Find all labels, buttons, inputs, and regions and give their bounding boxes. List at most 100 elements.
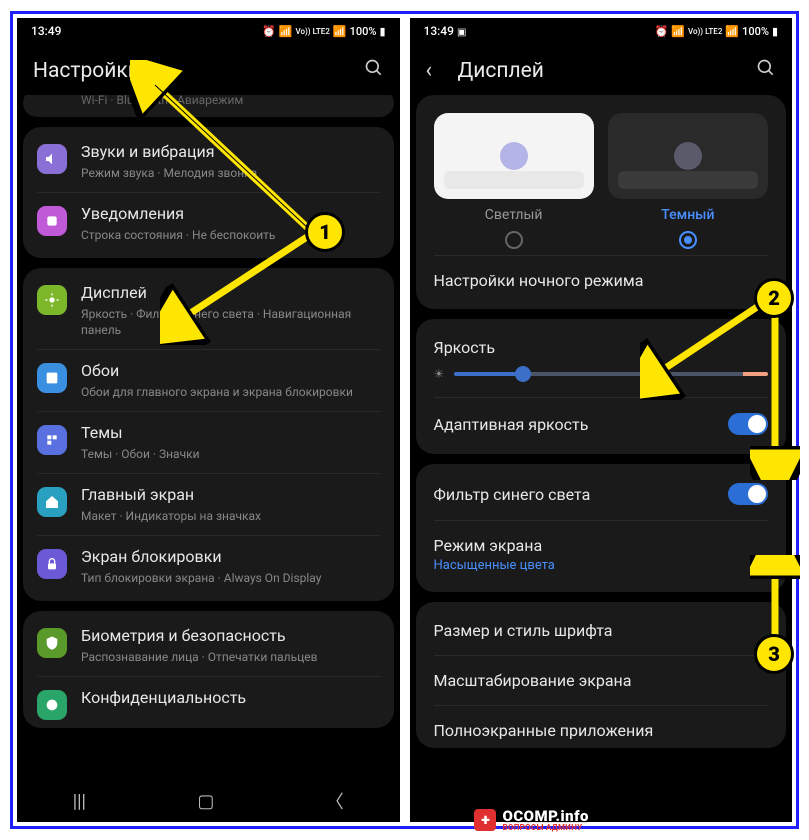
back-icon[interactable]: ‹ <box>426 58 448 83</box>
row-subtitle: Обои для главного экрана и экрана блокир… <box>81 384 380 400</box>
search-icon[interactable] <box>756 58 776 83</box>
row-title: Обои <box>81 361 380 382</box>
sound-icon <box>37 144 67 174</box>
net-label: Vo)) LTE2 <box>295 27 329 36</box>
header: Настройки <box>17 44 400 95</box>
row-subtitle: Темы · Обои · Значки <box>81 446 380 462</box>
theme-light-preview <box>434 113 594 199</box>
row-subtitle: Яркость · Фильтр синего света · Навигаци… <box>81 306 380 338</box>
watermark-badge: + <box>474 809 496 831</box>
row-notifications[interactable]: Уведомления Строка состояния · Не беспок… <box>23 193 394 254</box>
row-subtitle: Строка состояния · Не беспокоить <box>81 227 380 243</box>
themes-icon <box>37 425 67 455</box>
sun-icon: ☀ <box>434 367 445 381</box>
row-screen-mode[interactable]: Режим экрана Насыщенные цвета <box>416 521 787 588</box>
theme-light-label: Светлый <box>485 207 543 223</box>
status-icons: ⏰ 📶 Vo)) LTE2 📶 100% ▮ <box>655 25 778 38</box>
night-mode-label: Настройки ночного режима <box>434 271 769 290</box>
bluelight-toggle[interactable] <box>728 483 768 505</box>
row-title: Темы <box>81 423 380 444</box>
zoom-label: Масштабирование экрана <box>434 671 769 690</box>
home-icon <box>37 487 67 517</box>
card-display-group: Дисплей Яркость · Фильтр синего света · … <box>23 268 394 601</box>
watermark: + OCOMP.info ВОПРОСЫ АДМИНУ <box>474 807 589 832</box>
row-title: Экран блокировки <box>81 547 380 568</box>
radio-light[interactable] <box>505 231 523 249</box>
row-title: Уведомления <box>81 204 380 225</box>
row-font-size[interactable]: Размер и стиль шрифта <box>416 606 787 655</box>
nav-recent[interactable]: ||| <box>73 791 86 812</box>
battery-pct: 100% <box>742 25 769 38</box>
page-title: Настройки <box>33 59 364 83</box>
adaptive-toggle[interactable] <box>728 413 768 435</box>
theme-dark-label: Темный <box>661 207 714 223</box>
wallpaper-icon <box>37 363 67 393</box>
status-bar: 13:49 ▣ ⏰ 📶 Vo)) LTE2 📶 100% ▮ <box>410 18 793 44</box>
row-title: Дисплей <box>81 283 380 304</box>
row-themes[interactable]: Темы Темы · Обои · Значки <box>23 412 394 473</box>
display-icon <box>37 285 67 315</box>
brightness-label: Яркость <box>434 338 769 357</box>
page-title: Дисплей <box>458 59 757 83</box>
row-sound[interactable]: Звуки и вибрация Режим звука · Мелодия з… <box>23 131 394 192</box>
row-fullscreen-apps[interactable]: Полноэкранные приложения <box>416 706 787 744</box>
search-icon[interactable] <box>364 58 384 83</box>
row-subtitle: Распознавание лица · Отпечатки пальцев <box>81 649 380 665</box>
fullscreen-label: Полноэкранные приложения <box>434 721 769 740</box>
battery-icon: ▮ <box>379 25 385 38</box>
wifi-icon: 📶 <box>671 25 685 38</box>
status-time: 13:49 <box>31 24 262 38</box>
nav-back[interactable]: 〈 <box>326 788 344 814</box>
font-label: Размер и стиль шрифта <box>434 621 769 640</box>
screenshot-icon: ▣ <box>457 27 466 38</box>
screenmode-sub: Насыщенные цвета <box>434 558 769 573</box>
row-biometrics[interactable]: Биометрия и безопасность Распознавание л… <box>23 615 394 676</box>
watermark-tag: ВОПРОСЫ АДМИНУ <box>502 823 589 832</box>
row-brightness: Яркость <box>416 323 787 363</box>
nav-home[interactable]: ▢ <box>197 791 214 812</box>
row-homescreen[interactable]: Главный экран Макет · Индикаторы на знач… <box>23 474 394 535</box>
row-privacy[interactable]: Конфиденциальность <box>23 677 394 724</box>
row-wallpaper[interactable]: Обои Обои для главного экрана и экрана б… <box>23 350 394 411</box>
notification-icon <box>37 206 67 236</box>
row-subtitle: Тип блокировки экрана · Always On Displa… <box>81 570 380 586</box>
privacy-icon <box>37 690 67 720</box>
theme-light[interactable]: Светлый <box>434 113 594 249</box>
adaptive-label: Адаптивная яркость <box>434 415 729 434</box>
wifi-icon: 📶 <box>279 25 293 38</box>
net-label: Vo)) LTE2 <box>688 27 722 36</box>
status-bar: 13:49 ⏰ 📶 Vo)) LTE2 📶 100% ▮ <box>17 18 400 44</box>
status-time: 13:49 <box>424 24 454 38</box>
phone-left: 13:49 ⏰ 📶 Vo)) LTE2 📶 100% ▮ Настройки W… <box>17 18 400 822</box>
card-sound-notif: Звуки и вибрация Режим звука · Мелодия з… <box>23 127 394 258</box>
theme-dark[interactable]: Темный <box>608 113 768 249</box>
card-connections: Wi-Fi · Bluetooth · Авиарежим <box>23 95 394 117</box>
row-lockscreen[interactable]: Экран блокировки Тип блокировки экрана ·… <box>23 536 394 597</box>
phone-right: 13:49 ▣ ⏰ 📶 Vo)) LTE2 📶 100% ▮ ‹ Дисплей <box>410 18 793 822</box>
battery-icon: ▮ <box>772 25 778 38</box>
nav-bar: ||| ▢ 〈 <box>17 780 400 822</box>
screenmode-label: Режим экрана <box>434 536 769 555</box>
row-subtitle: Режим звука · Мелодия звонка <box>81 165 380 181</box>
row-screen-zoom[interactable]: Масштабирование экрана <box>416 656 787 705</box>
alarm-icon: ⏰ <box>655 25 669 38</box>
card-font-zoom: Размер и стиль шрифта Масштабирование эк… <box>416 602 787 748</box>
row-bluelight[interactable]: Фильтр синего света <box>416 468 787 520</box>
card-theme: Светлый Темный Настройки ночного режима <box>416 95 787 309</box>
alarm-icon: ⏰ <box>262 25 276 38</box>
brightness-slider[interactable] <box>454 372 768 376</box>
row-title: Главный экран <box>81 485 380 506</box>
signal-icon: 📶 <box>333 25 347 38</box>
biometrics-icon <box>37 628 67 658</box>
row-display[interactable]: Дисплей Яркость · Фильтр синего света · … <box>23 272 394 349</box>
row-title: Звуки и вибрация <box>81 142 380 163</box>
radio-dark[interactable] <box>679 231 697 249</box>
row-adaptive-brightness[interactable]: Адаптивная яркость <box>416 398 787 450</box>
card-bluelight: Фильтр синего света Режим экрана Насыщен… <box>416 464 787 592</box>
row-night-mode[interactable]: Настройки ночного режима <box>416 256 787 305</box>
theme-dark-preview <box>608 113 768 199</box>
card-security-group: Биометрия и безопасность Распознавание л… <box>23 611 394 728</box>
bluelight-label: Фильтр синего света <box>434 485 729 504</box>
row-subtitle: Макет · Индикаторы на значках <box>81 508 380 524</box>
row-title: Конфиденциальность <box>81 688 380 709</box>
